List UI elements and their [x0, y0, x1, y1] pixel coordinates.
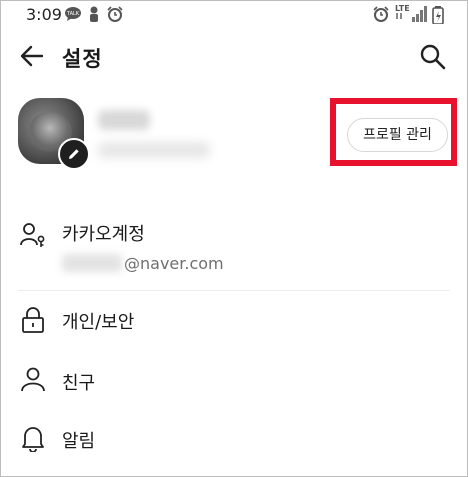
person-icon — [21, 367, 45, 392]
status-bar: 3:09 TALK LTE — [0, 0, 468, 28]
account-email-domain: @naver.com — [124, 254, 224, 273]
menu-item-label: 알림 — [62, 431, 96, 452]
menu-item-notifications[interactable]: 알림 — [0, 407, 468, 464]
app-header: 설정 — [0, 28, 468, 88]
battery-icon — [432, 6, 444, 24]
pencil-icon — [69, 149, 79, 159]
search-icon[interactable] — [418, 42, 448, 72]
lte-signal-icon — [396, 13, 402, 19]
arrow-left-icon[interactable] — [18, 42, 46, 70]
profile-name-blurred — [98, 110, 150, 130]
alarm-icon — [107, 6, 123, 22]
lock-icon — [22, 307, 44, 333]
chat-bubble-icon: TALK — [65, 7, 81, 21]
lte-label: LTE — [395, 4, 410, 13]
profile-status-blurred — [98, 142, 210, 158]
menu-item-label: 친구 — [62, 373, 96, 394]
menu-item-label: 카카오계정 — [62, 224, 145, 245]
bell-icon — [22, 427, 44, 452]
account-email-blurred — [62, 254, 122, 272]
svg-text:TALK: TALK — [66, 11, 80, 17]
account-key-icon — [20, 223, 45, 247]
menu-item-kakao-account[interactable]: 카카오계정 — [0, 208, 468, 288]
person-icon — [90, 6, 98, 22]
status-time: 3:09 — [26, 5, 62, 24]
menu-item-friends[interactable]: 친구 — [0, 349, 468, 406]
menu-item-privacy-security[interactable]: 개인/보안 — [0, 291, 468, 348]
menu-item-label: 개인/보안 — [62, 312, 135, 333]
edit-profile-button[interactable] — [58, 138, 90, 170]
profile-manage-button[interactable]: 프로필 관리 — [347, 118, 448, 152]
alarm-icon — [373, 6, 389, 22]
page-title: 설정 — [62, 47, 103, 71]
signal-icon — [412, 6, 427, 22]
